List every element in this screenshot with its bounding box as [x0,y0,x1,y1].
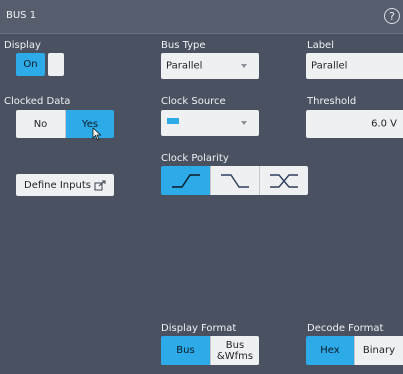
clock-polarity-selector [161,166,308,195]
threshold-label: Threshold [307,96,357,107]
label-input[interactable]: Parallel [306,53,403,79]
decode-format-selector: Hex Binary [306,336,403,365]
threshold-input[interactable]: 6.0 V [306,110,403,138]
clock-source-label: Clock Source [161,96,226,107]
rising-edge-button[interactable] [161,166,210,195]
clocked-data-no-button[interactable]: No [16,110,65,138]
channel-color-swatch [167,118,179,124]
help-icon[interactable]: ? [384,8,400,24]
clocked-data-label: Clocked Data [4,96,71,107]
display-on-button[interactable]: On [16,53,45,76]
falling-edge-icon [221,173,249,188]
display-toggle-off-half[interactable] [48,53,64,76]
either-edge-icon [270,173,298,188]
decode-format-hex-button[interactable]: Hex [306,336,354,365]
display-format-bus-wfms-button[interactable]: Bus &Wfms [211,336,259,365]
decode-format-binary-button[interactable]: Binary [355,336,403,365]
falling-edge-button[interactable] [211,166,259,195]
external-link-icon [94,180,106,190]
bus-type-value: Parallel [166,60,203,72]
define-inputs-button[interactable]: Define Inputs [16,174,114,196]
label-field-label: Label [307,40,334,51]
bus-config-panel: BUS 1 ? Display On Bus Type Parallel Lab… [0,0,403,374]
display-format-bus-button[interactable]: Bus [161,336,210,365]
title-bar: BUS 1 ? [0,0,403,34]
panel-title: BUS 1 [6,10,37,21]
label-input-value: Parallel [311,60,348,72]
clocked-data-yes-button[interactable]: Yes [66,110,114,138]
bus-type-label: Bus Type [161,40,206,51]
define-inputs-label: Define Inputs [24,179,91,191]
chevron-down-icon [241,64,247,68]
rising-edge-icon [171,173,200,188]
display-label: Display [4,40,41,51]
decode-format-label: Decode Format [307,323,384,334]
threshold-value: 6.0 V [371,118,397,130]
mouse-pointer-icon [92,127,102,141]
clock-polarity-label: Clock Polarity [161,153,229,164]
display-format-selector: Bus Bus &Wfms [161,336,259,365]
bus-type-dropdown[interactable]: Parallel [161,53,259,79]
clock-source-dropdown[interactable] [161,110,259,136]
either-edge-button[interactable] [260,166,308,195]
chevron-down-icon [241,121,247,125]
display-format-label: Display Format [161,323,237,334]
